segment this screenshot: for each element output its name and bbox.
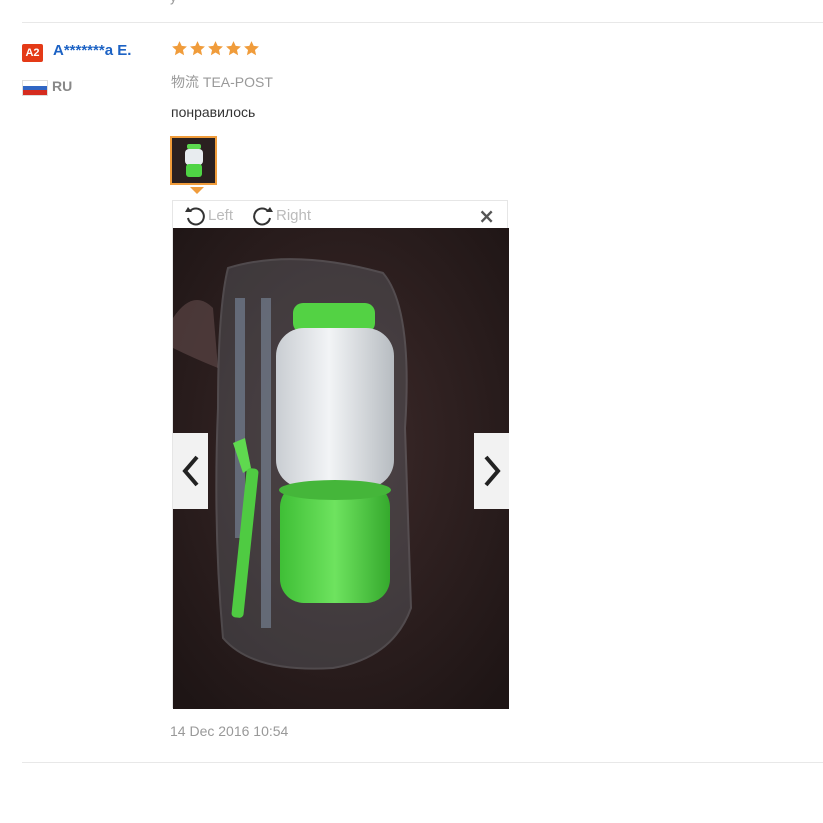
reviewer-name: A*******a E. [53,42,132,59]
rotate-left-icon [185,207,205,226]
review-timestamp: 14 Dec 2016 10:54 [170,723,289,739]
photo-viewer: Left Right × [172,200,509,709]
star-icon [190,41,205,56]
shipping-info: 物流 TEA-POST [171,72,273,92]
chevron-left-icon [181,455,199,487]
rotate-right-icon [253,207,273,226]
previous-photo-button[interactable] [173,433,208,509]
thumbnail-selected-caret [190,187,204,194]
rotate-right-button[interactable]: Right [251,203,311,227]
review-photo-thumbnail[interactable] [170,136,217,185]
next-photo-button[interactable] [474,433,509,509]
close-viewer-button[interactable]: × [478,206,495,226]
rotate-right-label: Right [276,206,312,224]
review-divider-top [22,22,823,23]
star-icon [226,41,241,56]
star-icon [244,41,259,56]
shipping-method: TEA-POST [202,74,273,90]
review-photo-large [173,228,509,709]
reviewer-country: RU [52,78,73,94]
review-divider-bottom [22,762,823,763]
chevron-right-icon [483,455,501,487]
russia-flag-icon [22,80,48,96]
shipping-label: 物流 [171,74,199,90]
star-rating [171,40,260,57]
buyer-level-badge: A2 [22,44,43,62]
review-comment: понравилось [171,104,256,120]
viewer-toolbar: Left Right × [173,201,507,228]
product-photo-image [173,228,509,709]
star-icon [172,41,187,56]
rotate-left-button[interactable]: Left [183,203,233,227]
rotate-left-label: Left [208,206,234,224]
previous-review-text-fragment: y [170,0,177,5]
star-icon [208,41,223,56]
